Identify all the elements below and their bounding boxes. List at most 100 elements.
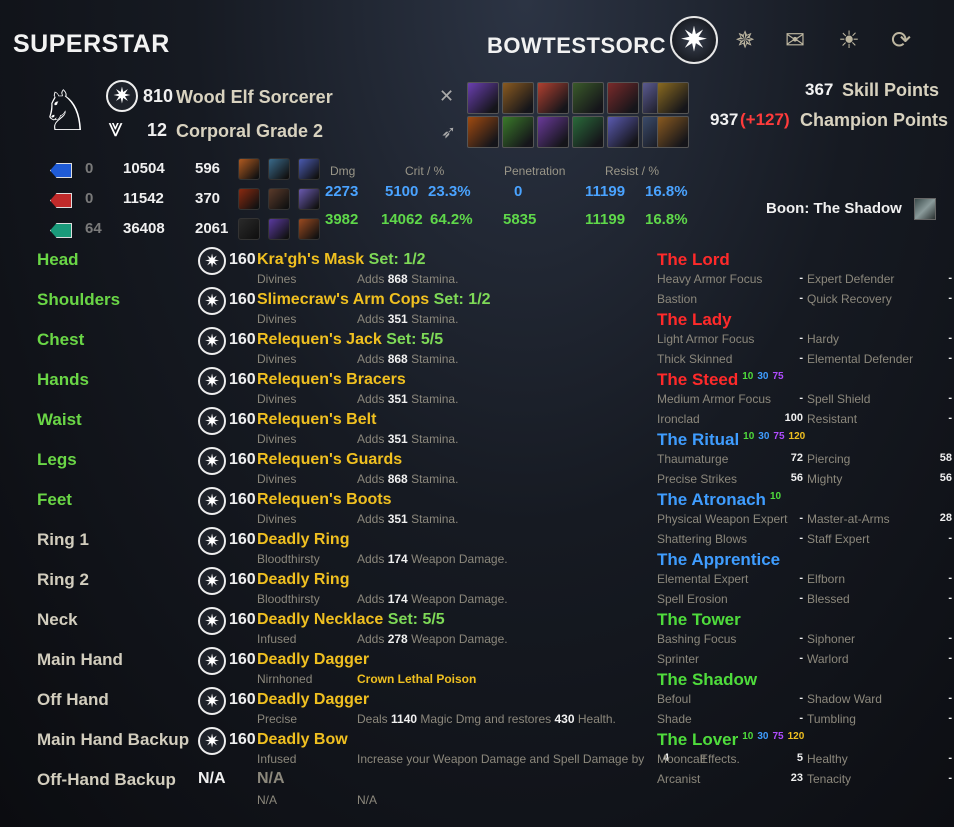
skills-tab-icon[interactable]: ✵ [728,23,762,57]
gear-trait: Divines [257,432,297,446]
gear-slot-waist: Waist [37,410,82,429]
champion-icon: ✷ [106,80,138,112]
gear-item-name[interactable]: Relequen's Guards [257,451,402,469]
constellation-the-ritual[interactable]: The Ritual 10 30 75 120 [657,430,805,450]
gear-item-name[interactable]: Deadly Ring [257,571,349,589]
set-count: Set: 1/2 [433,291,491,308]
star-name: Quick Recovery [807,292,892,306]
gear-cp-icon: ✷ [198,607,226,635]
weapon-resist: 11199 [585,211,626,228]
gear-cp-icon: ✷ [198,727,226,755]
gear-trait: Bloodthirsty [257,552,320,566]
dual-wield-icon: ✕ [439,86,455,106]
star-value: - [799,512,803,524]
stamina-regen: 2061 [195,220,229,237]
constellation-the-apprentice[interactable]: The Apprentice [657,550,780,570]
gear-item-name[interactable]: Relequen's Boots [257,491,392,509]
health-regen: 370 [195,190,221,207]
star-value: - [799,632,803,644]
gear-cp-icon: ✷ [198,647,226,675]
skill-slot-bar1_colors-1[interactable] [467,82,499,114]
star-value: - [799,352,803,364]
constellation-the-lover[interactable]: The Lover 10 30 75 120 [657,730,804,750]
gear-item-name[interactable]: Slimecraw's Arm Cops Set: 1/2 [257,291,491,309]
gear-level: 160 [229,491,256,508]
buff-icon-3-1 [238,218,260,240]
gear-item-name[interactable]: Deadly Bow [257,731,348,749]
gear-item-name[interactable]: Deadly Dagger [257,691,369,709]
passive-tier-10: 10 [742,731,754,742]
resist-header: Resist / % [605,164,660,178]
skill-slot-bar2_colors-2[interactable] [502,116,534,148]
constellation-the-atronach[interactable]: The Atronach 10 [657,490,781,510]
gear-item-name[interactable]: Relequen's Bracers [257,371,406,389]
gear-level: 160 [229,451,256,468]
star-value: - [948,772,952,784]
constellation-the-tower[interactable]: The Tower [657,610,741,630]
off-hand-backup-trait: N/A [257,793,278,807]
skill-slot-bar2_colors-1[interactable] [467,116,499,148]
skill-slot-bar1_colors-5[interactable] [607,82,639,114]
gear-enchant: Adds 351 Stamina. [357,312,459,326]
gear-item-name[interactable]: Deadly Ring [257,531,349,549]
item-name-text: Relequen's Belt [257,411,377,428]
skill-slot-bar2_colors-4[interactable] [572,116,604,148]
off-hand-backup-item[interactable]: N/A [257,770,285,788]
star-value: - [948,592,952,604]
star-name: Blessed [807,592,850,606]
skill-slot-bar2_colors-7[interactable] [657,116,689,148]
star-name: Elemental Expert [657,572,749,586]
constellation-the-steed[interactable]: The Steed 10 30 75 [657,370,784,390]
buff-icon-2-3 [298,188,320,210]
gear-poison: Crown Lethal Poison [357,672,477,686]
champion-tab-icon[interactable]: ✷ [670,16,718,64]
star-name: Heavy Armor Focus [657,272,763,286]
star-name: Shattering Blows [657,532,748,546]
dmg-header: Dmg [330,164,356,178]
gear-item-name[interactable]: Relequen's Belt [257,411,376,429]
constellation-the-shadow[interactable]: The Shadow [657,670,757,690]
gear-item-name[interactable]: Kra'gh's Mask Set: 1/2 [257,251,426,269]
gear-item-name[interactable]: Deadly Necklace Set: 5/5 [257,611,445,629]
star-name: Befoul [657,692,692,706]
magicka-max: 10504 [123,160,165,177]
star-name: Hardy [807,332,840,346]
gear-trait: Nirnhoned [257,672,313,686]
swirl-tab-icon[interactable]: ⟳ [884,23,918,57]
skill-slot-bar2_colors-5[interactable] [607,116,639,148]
gear-item-name[interactable]: Relequen's Jack Set: 5/5 [257,331,443,349]
skill-slot-bar1_colors-7[interactable] [657,82,689,114]
star-value: - [948,752,952,764]
star-name: Expert Defender [807,272,895,286]
skill-slot-bar2_colors-3[interactable] [537,116,569,148]
gear-slot-shoulders: Shoulders [37,290,121,309]
gear-enchant: Adds 351 Stamina. [357,432,459,446]
weapon-resist-pct: 16.8% [645,211,688,228]
star-name: Shadow Ward [807,692,882,706]
star-value: - [799,572,803,584]
gear-trait: Precise [257,712,298,726]
item-name-text: Deadly Dagger [257,691,370,708]
gear-slot-off-hand-backup: Off-Hand Backup [37,770,176,789]
gear-trait: Bloodthirsty [257,592,320,606]
gear-enchant: Increase your Weapon Damage and Spell Da… [357,752,645,766]
skill-slot-bar1_colors-3[interactable] [537,82,569,114]
star-value: - [948,272,952,284]
item-name-text: Slimecraw's Arm Cops [257,291,430,308]
gear-item-name[interactable]: Deadly Dagger [257,651,369,669]
skill-slot-bar1_colors-2[interactable] [502,82,534,114]
spell-dmg: 2273 [325,183,359,200]
gear-cp-icon: ✷ [198,527,226,555]
constellation-the-lady[interactable]: The Lady [657,310,732,330]
rank-number: 12 [147,120,168,140]
sun-tab-icon[interactable]: ☀ [832,23,866,57]
star-name: Siphoner [807,632,856,646]
star-value: - [948,572,952,584]
gear-enchant: Adds 351 Stamina. [357,512,459,526]
star-value: - [948,532,952,544]
gear-enchant: Adds 868 Stamina. [357,272,459,286]
skill-slot-bar1_colors-4[interactable] [572,82,604,114]
scroll-tab-icon[interactable]: ✉ [778,23,812,57]
set-count: Set: 5/5 [387,611,445,628]
constellation-the-lord[interactable]: The Lord [657,250,730,270]
